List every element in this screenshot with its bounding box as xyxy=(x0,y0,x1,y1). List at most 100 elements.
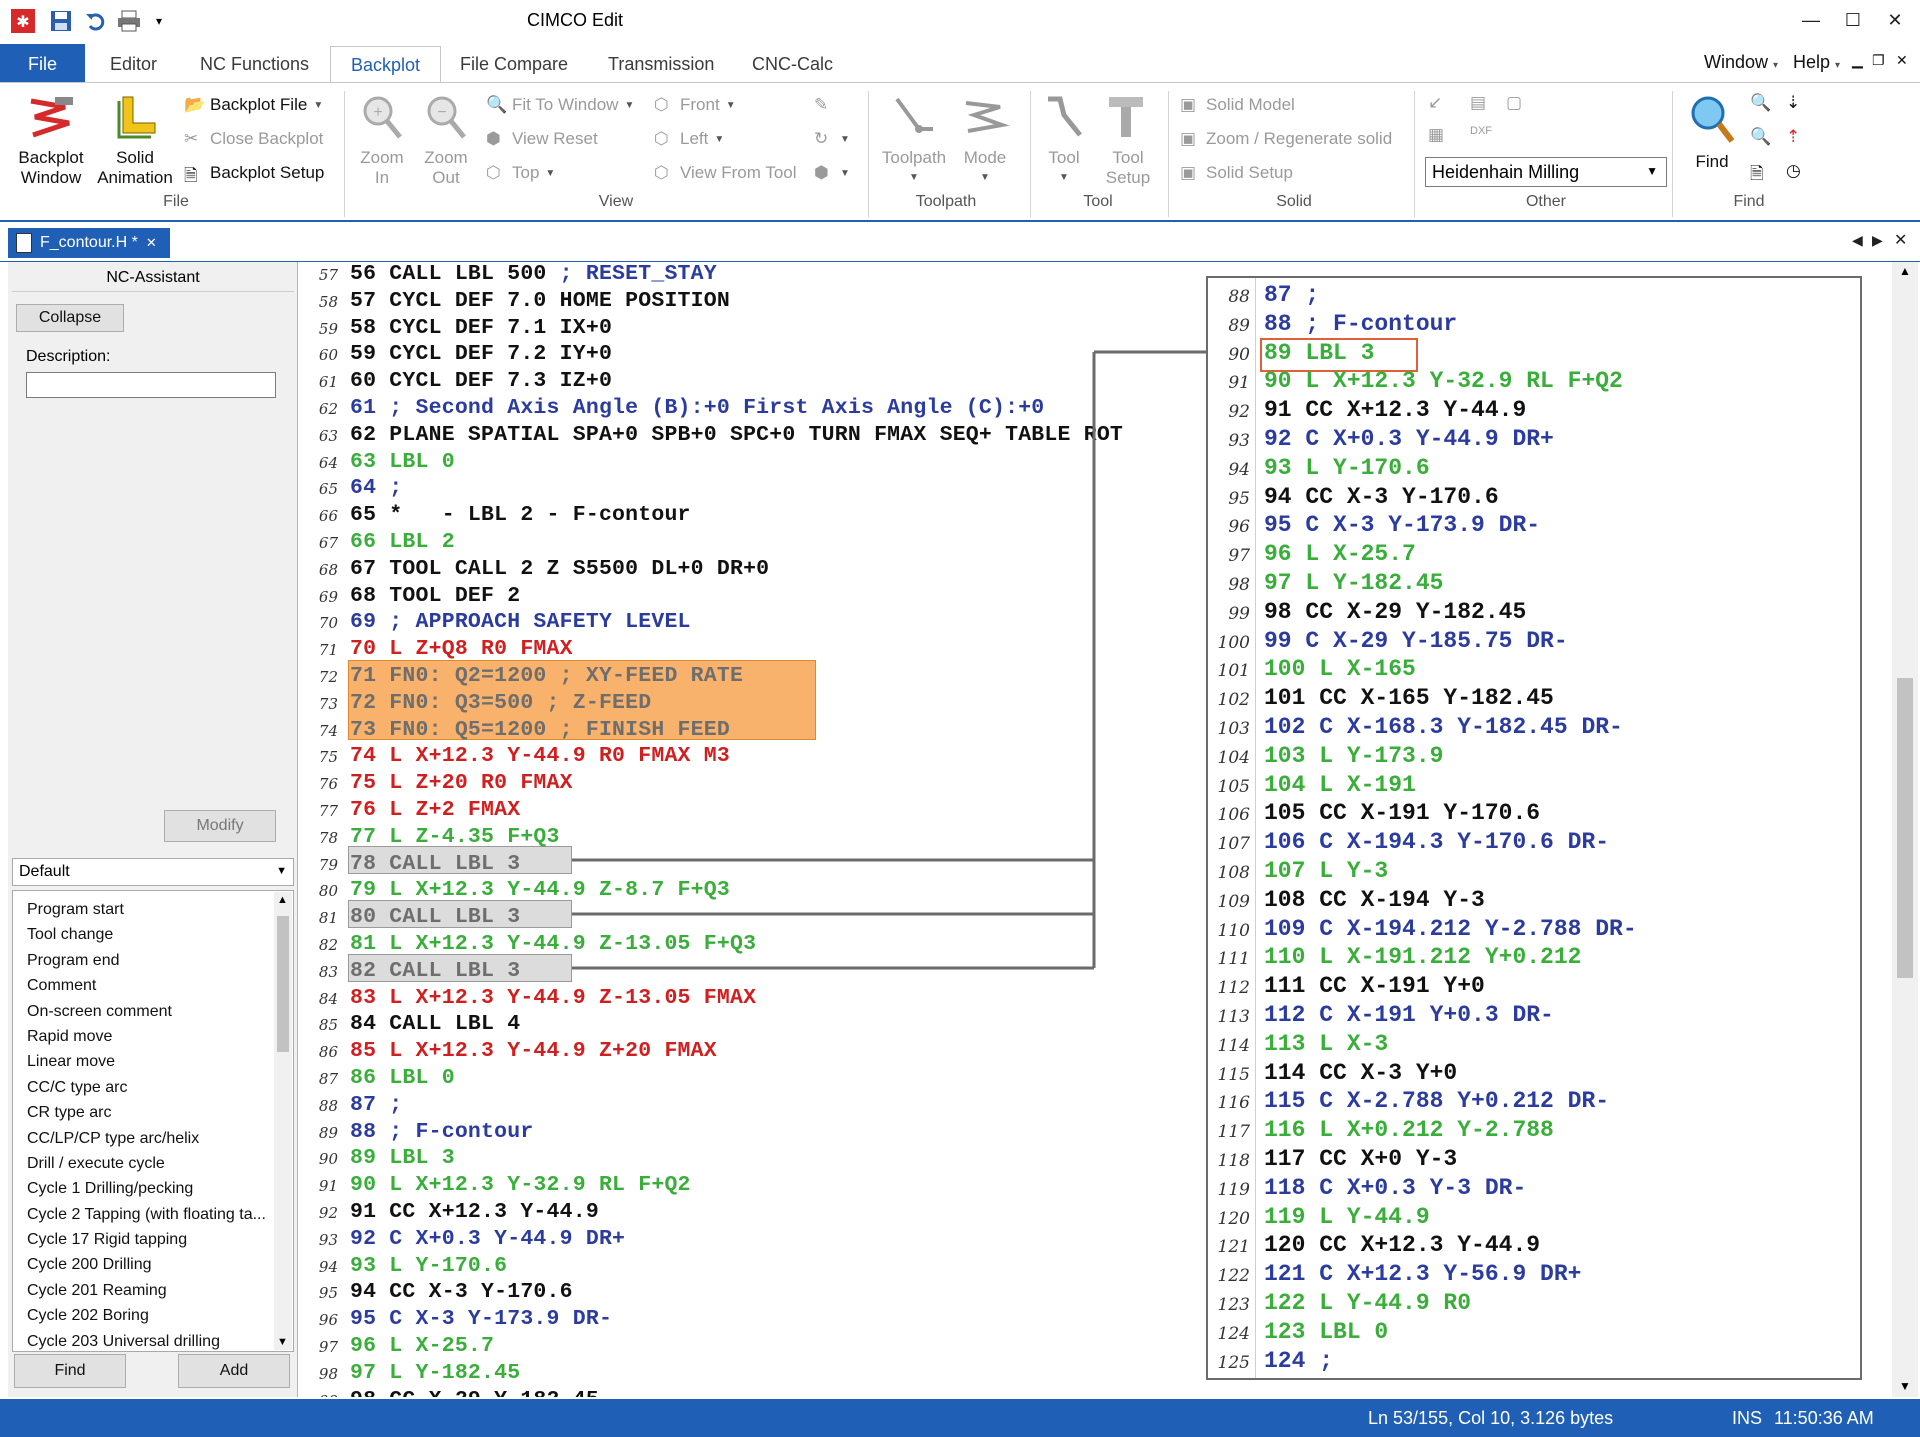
minimize-icon[interactable]: — xyxy=(1796,10,1826,34)
zoom-out-button[interactable]: − Zoom Out xyxy=(418,93,474,188)
find-prev-button[interactable]: 🔍 xyxy=(1750,127,1772,147)
bookmark-up-button[interactable]: ⇡ xyxy=(1786,127,1806,147)
nc-function-item[interactable]: Program start xyxy=(13,897,293,922)
goto-line-button[interactable]: 🗎 xyxy=(1750,161,1770,183)
solid-group-label: Solid xyxy=(1276,193,1312,210)
nc-function-item[interactable]: Comment xyxy=(13,973,293,998)
nc-function-item[interactable]: CC/LP/CP type arc/helix xyxy=(13,1126,293,1151)
solid-setup-button[interactable]: ▣ Solid Setup xyxy=(1180,163,1293,183)
tool-setup-button[interactable]: Tool Setup xyxy=(1096,93,1160,188)
solid-animation-button[interactable]: Solid Animation xyxy=(92,93,178,188)
render-mode-button[interactable]: ⬢ ▼ xyxy=(814,163,850,183)
mode-icon xyxy=(965,101,1010,133)
rotate-button[interactable]: ↻ ▼ xyxy=(814,129,850,149)
editor-vertical-scrollbar[interactable]: ▲ ▼ xyxy=(1892,262,1918,1397)
backplot-file-button[interactable]: 📂 Backplot File ▼ xyxy=(184,95,323,115)
find-function-button[interactable]: Find xyxy=(14,1354,126,1388)
scroll-down-icon[interactable]: ▼ xyxy=(1899,1379,1911,1393)
nc-function-item[interactable]: Cycle 203 Universal drilling xyxy=(13,1329,293,1351)
nc-function-list[interactable]: Program start Tool change Program end Comme… xyxy=(12,890,294,1352)
find-button[interactable]: Find xyxy=(1684,93,1740,172)
dxf-export-button[interactable]: DXF xyxy=(1470,125,1492,145)
tab-scroll-right-icon[interactable]: ▶ xyxy=(1872,232,1883,249)
add-function-button[interactable]: Add xyxy=(178,1354,290,1388)
nc-function-item[interactable]: CR type arc xyxy=(13,1100,293,1125)
left-view-button[interactable]: ⬡ Left ▼ xyxy=(654,129,724,149)
find-prev-icon: 🔍 xyxy=(1750,127,1772,146)
scroll-up-icon[interactable]: ▲ xyxy=(277,894,288,906)
nc-function-item[interactable]: Cycle 2 Tapping (with floating ta... xyxy=(13,1202,293,1227)
solid-model-button[interactable]: ▣ Solid Model xyxy=(1180,95,1295,115)
view-from-tool-button[interactable]: ⬡ View From Tool xyxy=(654,163,797,183)
export-button[interactable]: ↙ xyxy=(1428,93,1448,113)
scroll-up-icon[interactable]: ▲ xyxy=(1899,264,1911,278)
machine-select[interactable]: Heidenhain Milling ▼ xyxy=(1425,157,1667,187)
tool-button[interactable]: Tool ▼ xyxy=(1036,93,1092,188)
close-document-icon[interactable]: ✕ xyxy=(1894,230,1907,250)
nc-function-item[interactable]: Cycle 17 Rigid tapping xyxy=(13,1227,293,1252)
fit-to-window-button[interactable]: 🔍 Fit To Window ▼ xyxy=(486,95,634,115)
nc-function-item[interactable]: Drill / execute cycle xyxy=(13,1151,293,1176)
clock-button[interactable]: ◷ xyxy=(1786,161,1806,181)
close-tab-icon[interactable]: ✕ xyxy=(146,235,157,251)
collapse-button[interactable]: Collapse xyxy=(16,304,124,332)
zoom-code-line: 93 L Y-170.6 xyxy=(1264,455,1430,481)
nc-function-item[interactable]: Cycle 1 Drilling/pecking xyxy=(13,1176,293,1201)
scroll-down-icon[interactable]: ▼ xyxy=(277,1336,288,1348)
top-view-button[interactable]: ⬡ Top ▼ xyxy=(486,163,555,183)
editor-scrollbar-thumb[interactable] xyxy=(1897,678,1913,978)
nc-function-item[interactable]: Linear move xyxy=(13,1049,293,1074)
document-tab-f-contour[interactable]: F_contour.H * ✕ xyxy=(8,228,170,258)
find-next-button[interactable]: 🔍 xyxy=(1750,93,1771,113)
modify-button[interactable]: Modify xyxy=(164,810,276,842)
stats-button[interactable]: ▤ xyxy=(1470,93,1490,113)
backplot-window-button[interactable]: Backplot Window xyxy=(14,93,88,188)
zoom-in-button[interactable]: + Zoom In xyxy=(354,93,410,188)
zoom-line-number: 119 xyxy=(1217,1180,1250,1200)
zoom-regenerate-button[interactable]: ▣ Zoom / Regenerate solid xyxy=(1180,129,1392,149)
tab-editor[interactable]: Editor xyxy=(90,44,177,82)
window-copy-button[interactable]: ▢ xyxy=(1506,93,1526,113)
backplot-setup-button[interactable]: 🗎 Backplot Setup xyxy=(184,163,324,185)
tab-scroll-left-icon[interactable]: ◀ xyxy=(1852,232,1863,249)
help-menu[interactable]: Help ▾ xyxy=(1793,52,1840,73)
mdi-close-icon[interactable]: ✕ xyxy=(1896,52,1908,69)
tab-nc-functions[interactable]: NC Functions xyxy=(180,44,329,82)
maximize-icon[interactable]: ☐ xyxy=(1838,10,1868,34)
nc-function-item[interactable]: Rapid move xyxy=(13,1024,293,1049)
tab-backplot[interactable]: Backplot xyxy=(330,46,442,83)
nc-assistant-panel: NC-Assistant Collapse Description: Modif… xyxy=(8,262,298,1397)
close-backplot-button[interactable]: ✂ Close Backplot xyxy=(184,129,323,149)
stl-export-button[interactable]: ▦ xyxy=(1428,125,1448,145)
measure-button[interactable]: ✎ xyxy=(814,95,834,115)
nc-function-item[interactable]: Tool change xyxy=(13,922,293,947)
bookmark-down-button[interactable]: ⇣ xyxy=(1786,93,1806,113)
scrollbar-thumb[interactable] xyxy=(277,916,289,1052)
machine-select-value: Heidenhain Milling xyxy=(1432,162,1580,182)
view-reset-button[interactable]: ⬢ View Reset xyxy=(486,129,598,149)
list-scrollbar[interactable]: ▲ ▼ xyxy=(274,892,292,1350)
tab-cnc-calc[interactable]: CNC-Calc xyxy=(732,44,853,82)
zoom-line-number: 108 xyxy=(1217,863,1250,883)
mdi-restore-icon[interactable]: ❐ xyxy=(1872,52,1885,69)
front-view-button[interactable]: ⬡ Front ▼ xyxy=(654,95,736,115)
description-field[interactable] xyxy=(26,372,276,398)
nc-function-item[interactable]: On-screen comment xyxy=(13,999,293,1024)
toolpath-button[interactable]: Toolpath ▼ xyxy=(876,93,952,188)
nc-function-item[interactable]: Cycle 201 Reaming xyxy=(13,1278,293,1303)
tool-group-label: Tool xyxy=(1083,193,1113,210)
tool-icon xyxy=(1048,96,1082,137)
mdi-minimize-icon[interactable]: ▁ xyxy=(1852,52,1863,69)
nc-function-item[interactable]: CC/C type arc xyxy=(13,1075,293,1100)
mode-button[interactable]: Mode ▼ xyxy=(956,93,1014,188)
window-menu[interactable]: Window ▾ xyxy=(1704,52,1778,73)
tab-transmission[interactable]: Transmission xyxy=(588,44,734,82)
preset-select[interactable]: Default ▼ xyxy=(12,858,294,886)
close-icon[interactable]: ✕ xyxy=(1880,10,1910,34)
nc-function-item[interactable]: Cycle 202 Boring xyxy=(13,1303,293,1328)
tab-file[interactable]: File xyxy=(0,44,86,82)
nc-function-item[interactable]: Cycle 200 Drilling xyxy=(13,1252,293,1277)
nc-function-item[interactable]: Program end xyxy=(13,948,293,973)
solid-model-icon: ▣ xyxy=(1180,95,1197,114)
tab-file-compare[interactable]: File Compare xyxy=(440,44,588,82)
